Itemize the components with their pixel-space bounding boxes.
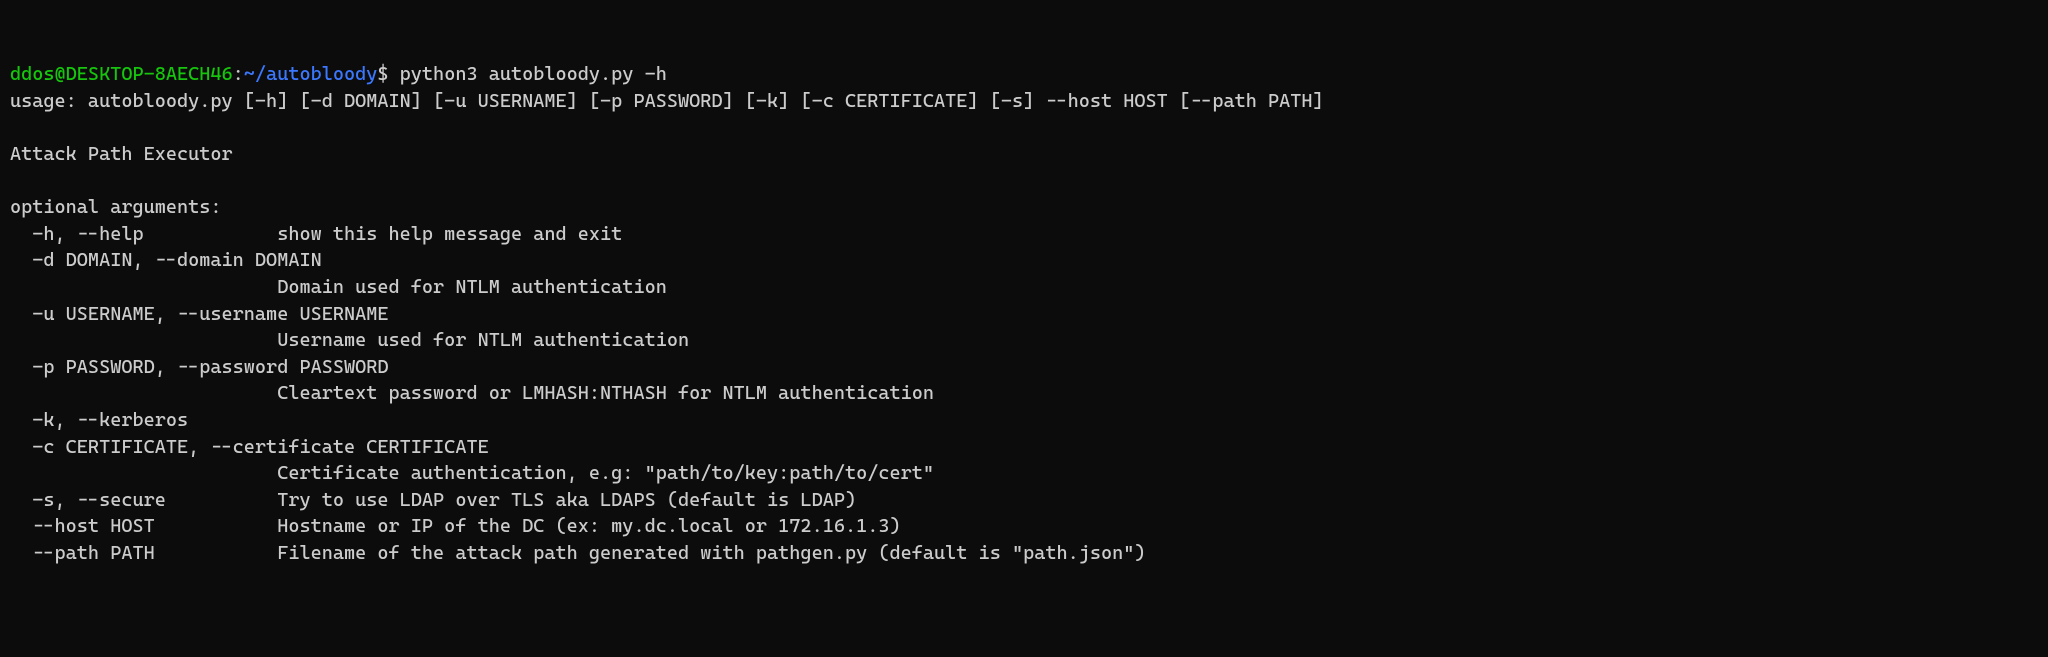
arg-domain-desc: Domain used for NTLM authentication xyxy=(10,276,667,298)
arg-certificate-flag: -c CERTIFICATE, --certificate CERTIFICAT… xyxy=(10,436,489,458)
description-line: Attack Path Executor xyxy=(10,143,233,165)
arg-help: -h, --help show this help message and ex… xyxy=(10,223,622,245)
arg-certificate-desc: Certificate authentication, e.g: "path/t… xyxy=(10,462,934,484)
arg-password-desc: Cleartext password or LMHASH:NTHASH for … xyxy=(10,382,934,404)
prompt-separator: : xyxy=(233,63,244,85)
terminal-output[interactable]: ddos@DESKTOP-8AECH46:~/autobloody$ pytho… xyxy=(10,61,2038,566)
prompt-dollar: $ xyxy=(377,63,399,85)
prompt-path: ~/autobloody xyxy=(244,63,378,85)
prompt-user: ddos@DESKTOP-8AECH46 xyxy=(10,63,233,85)
arg-password-flag: -p PASSWORD, --password PASSWORD xyxy=(10,356,389,378)
command-text: python3 autobloody.py -h xyxy=(400,63,667,85)
arg-path: --path PATH Filename of the attack path … xyxy=(10,542,1146,564)
usage-line: usage: autobloody.py [-h] [-d DOMAIN] [-… xyxy=(10,90,1324,112)
arg-username-desc: Username used for NTLM authentication xyxy=(10,329,689,351)
arg-domain-flag: -d DOMAIN, --domain DOMAIN xyxy=(10,249,322,271)
arg-username-flag: -u USERNAME, --username USERNAME xyxy=(10,303,389,325)
arg-kerberos: -k, --kerberos xyxy=(10,409,188,431)
optional-args-header: optional arguments: xyxy=(10,196,222,218)
arg-secure: -s, --secure Try to use LDAP over TLS ak… xyxy=(10,489,856,511)
arg-host: --host HOST Hostname or IP of the DC (ex… xyxy=(10,515,901,537)
